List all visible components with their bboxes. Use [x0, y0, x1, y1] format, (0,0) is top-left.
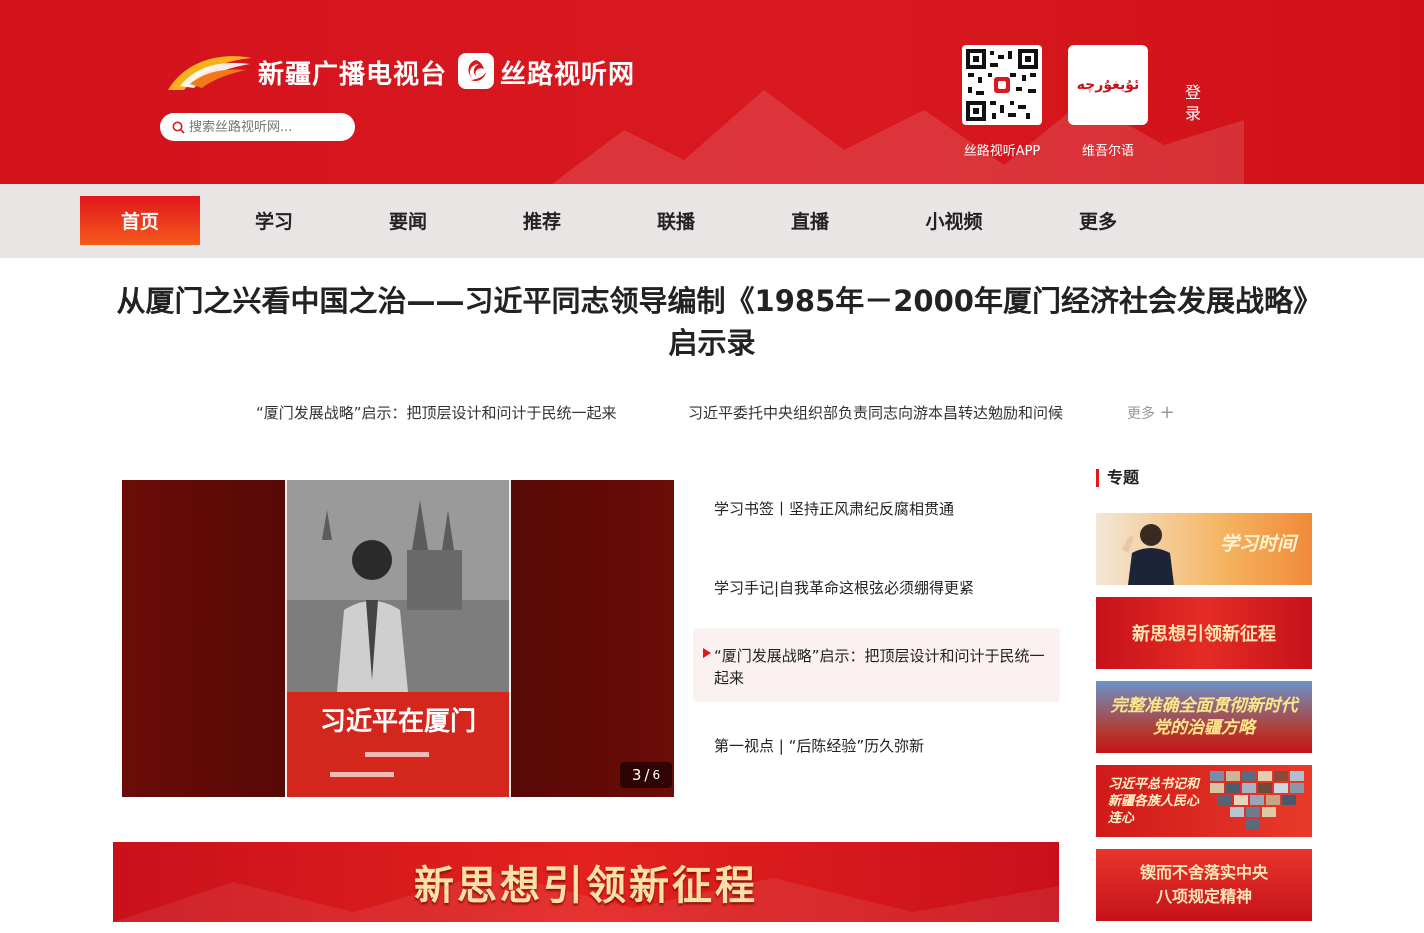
topic-new-thought[interactable]: 新思想引领新征程 — [1096, 597, 1312, 669]
login-link[interactable]: 登录 — [1185, 82, 1203, 124]
news-item-1[interactable]: 学习书签丨坚持正风肃纪反腐相贯通 — [714, 498, 1044, 520]
carousel-image[interactable]: 习近平在厦门 — [122, 480, 674, 797]
sublink-2[interactable]: 习近平委托中央组织部负责同志向游本昌转达勉励和问候 — [688, 402, 1063, 423]
nav-item-home[interactable]: 首页 — [80, 196, 200, 245]
search-input[interactable] — [189, 119, 349, 135]
carousel-separator: / — [644, 766, 650, 784]
nav-item-news[interactable]: 要闻 — [348, 196, 468, 245]
brand-name[interactable]: 新疆广播电视台 — [258, 54, 447, 91]
article-headline[interactable]: 从厦门之兴看中国之治——习近平同志领导编制《1985年－2000年厦门经济社会发… — [110, 280, 1314, 364]
topic-eight-rules[interactable]: 锲而不舍落实中央八项规定精神 — [1096, 849, 1312, 921]
nav-item-recommend[interactable]: 推荐 — [482, 196, 602, 245]
topic-label-4: 习近平总书记和新疆各族人民心连心 — [1108, 776, 1200, 826]
book-cover-image: 习近平在厦门 — [122, 480, 674, 797]
qr-code-icon — [966, 49, 1038, 121]
xjtv-logo-icon[interactable] — [166, 50, 254, 94]
nav-item-live[interactable]: 直播 — [750, 196, 870, 245]
play-arrow-icon — [703, 648, 711, 658]
nav-item-more[interactable]: 更多 — [1038, 196, 1158, 245]
topic-xinjiang-strategy[interactable]: 完整准确全面贯彻新时代党的治疆方略 — [1096, 681, 1312, 753]
topic-study-time[interactable]: 学习时间 — [1096, 513, 1312, 585]
sublink-1[interactable]: “厦门发展战略”启示：把顶层设计和问计于民统一起来 — [256, 402, 617, 423]
news-item-2[interactable]: 学习手记|自我革命这根弦必须绷得更紧 — [714, 577, 1044, 599]
site-header: 新疆广播电视台 丝路视听网 丝路视听APP ئۇيغۇ — [0, 0, 1424, 184]
banner-label: 新思想引领新征程 — [414, 863, 758, 909]
news-item-3[interactable]: “厦门发展战略”启示：把顶层设计和问计于民统一起来 — [714, 645, 1050, 689]
app-qr-code[interactable] — [962, 45, 1042, 125]
carousel-current: 3 — [631, 766, 642, 784]
book-title: 习近平在厦门 — [320, 707, 476, 736]
site-name[interactable]: 丝路视听网 — [500, 54, 635, 91]
topic-label-2: 新思想引领新征程 — [1132, 624, 1276, 645]
search-box[interactable] — [160, 113, 355, 141]
news-item-4[interactable]: 第一视点 | “后陈经验”历久弥新 — [714, 735, 1044, 757]
more-link[interactable]: 更多 + — [1127, 402, 1175, 423]
more-label: 更多 — [1127, 406, 1155, 422]
nav-item-study[interactable]: 学习 — [214, 196, 334, 245]
sidebar-title: 专题 — [1096, 469, 1139, 487]
photo-mosaic-image — [1210, 771, 1304, 829]
uyghur-language-text: ئۇيغۇرچە — [1076, 77, 1140, 93]
topic-label-1: 学习时间 — [1219, 533, 1296, 555]
search-icon[interactable] — [172, 121, 185, 134]
silkroad-logo-icon[interactable] — [458, 53, 494, 89]
plus-icon: + — [1159, 402, 1175, 423]
portrait-image — [1122, 524, 1174, 585]
nav-item-broadcast[interactable]: 联播 — [616, 196, 736, 245]
carousel-total: 6 — [652, 768, 661, 782]
topic-label-5: 锲而不舍落实中央八项规定精神 — [1139, 863, 1268, 906]
uyghur-language-button[interactable]: ئۇيغۇرچە — [1068, 45, 1148, 125]
bottom-banner[interactable]: 新思想引领新征程 — [113, 842, 1059, 922]
topic-label-3: 完整准确全面贯彻新时代党的治疆方略 — [1110, 696, 1298, 738]
uyghur-language-label[interactable]: 维吾尔语 — [1058, 140, 1158, 159]
carousel-counter: 3 / 6 — [620, 762, 672, 788]
silkroad-swirl-icon — [468, 60, 486, 82]
main-nav: 首页 学习 要闻 推荐 联播 直播 小视频 更多 — [0, 184, 1424, 258]
qr-label: 丝路视听APP — [963, 144, 1041, 159]
nav-item-short-video[interactable]: 小视频 — [894, 196, 1014, 245]
topic-heart-connection[interactable]: 习近平总书记和新疆各族人民心连心 — [1096, 765, 1312, 837]
